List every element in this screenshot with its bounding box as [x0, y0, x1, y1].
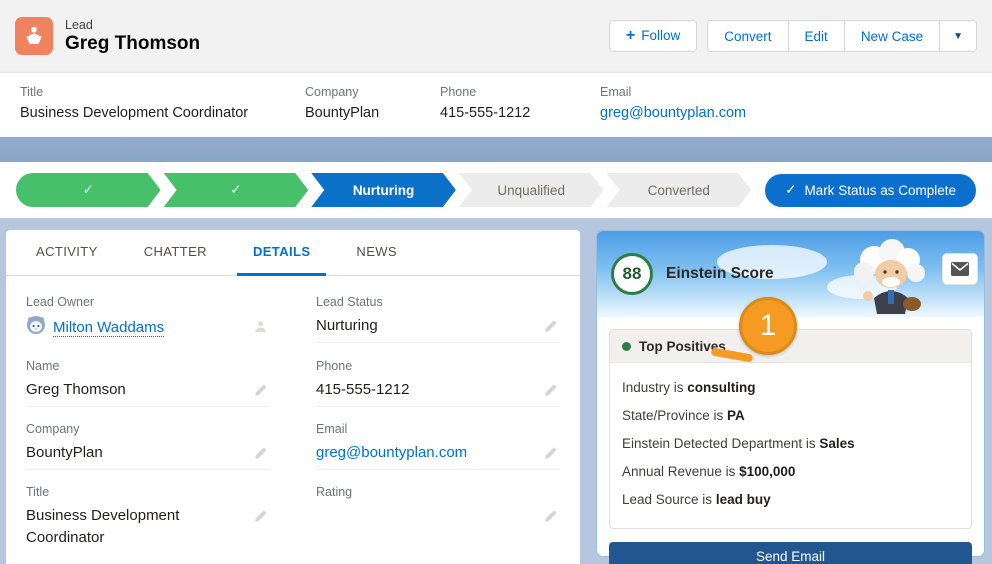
edit-pencil-icon[interactable] [252, 444, 270, 465]
positive-item: Lead Source is lead buy [622, 492, 959, 507]
path-stage-2-complete[interactable]: ✓ [164, 173, 309, 207]
einstein-panel-body: Top Positives Industry is consulting Sta… [597, 317, 984, 564]
sales-path: ✓ ✓ Nurturing Unqualified Converted ✓ Mar… [0, 162, 992, 218]
field-lead-owner: Lead Owner Milton Waddams [26, 280, 270, 344]
path-stage-converted[interactable]: Converted [607, 173, 752, 207]
top-positives-list: Industry is consulting State/Province is… [610, 363, 971, 528]
entity-label: Lead [65, 18, 200, 32]
positive-item: State/Province is PA [622, 408, 959, 423]
follow-button-label: Follow [641, 28, 680, 43]
field-email: Email greg@bountyplan.com [316, 407, 560, 470]
action-button-group: Convert Edit New Case ▼ [707, 20, 977, 52]
einstein-panel-header: 88 Einstein Score [597, 231, 984, 317]
follow-button[interactable]: + Follow [609, 20, 697, 52]
highlight-phone: Phone 415-555-1212 [440, 85, 600, 137]
top-positives-card: Top Positives Industry is consulting Sta… [609, 329, 972, 529]
owner-avatar [26, 315, 46, 340]
highlight-company: Company BountyPlan [305, 85, 440, 137]
edit-pencil-icon[interactable] [542, 381, 560, 402]
detail-fields: Lead Owner Milton Waddams [6, 276, 580, 553]
path-stages: ✓ ✓ Nurturing Unqualified Converted [16, 173, 751, 207]
check-icon: ✓ [230, 182, 241, 198]
edit-pencil-icon[interactable] [542, 507, 560, 528]
check-icon: ✓ [785, 182, 796, 198]
send-email-button[interactable]: Send Email [609, 542, 972, 564]
record-detail-card: ACTIVITY CHATTER DETAILS NEWS Lead Owner [6, 230, 580, 564]
path-stage-unqualified[interactable]: Unqualified [459, 173, 604, 207]
email-link[interactable]: greg@bountyplan.com [600, 105, 746, 121]
positive-item: Industry is consulting [622, 380, 959, 395]
edit-button[interactable]: Edit [789, 21, 845, 51]
positive-item: Annual Revenue is $100,000 [622, 464, 959, 479]
record-name: Greg Thomson [65, 33, 200, 55]
top-positives-title: Top Positives [639, 339, 726, 354]
header-actions: + Follow Convert Edit New Case ▼ [609, 20, 977, 52]
einstein-score-title: Einstein Score [666, 265, 774, 283]
highlights-panel: Title Business Development Coordinator C… [0, 72, 992, 137]
envelope-icon [951, 262, 969, 276]
change-owner-icon[interactable] [251, 317, 270, 339]
tab-news[interactable]: NEWS [340, 230, 413, 276]
mark-status-label: Mark Status as Complete [804, 183, 956, 198]
lead-owner-link[interactable]: Milton Waddams [53, 319, 164, 337]
background-band-top [0, 137, 992, 162]
highlight-email: Email greg@bountyplan.com [600, 85, 766, 137]
einstein-score-badge: 88 [611, 253, 653, 295]
edit-pencil-icon[interactable] [542, 317, 560, 338]
new-case-button[interactable]: New Case [845, 21, 940, 51]
chevron-down-icon: ▼ [953, 31, 963, 42]
path-stage-1-complete[interactable]: ✓ [16, 173, 161, 207]
email-insights-button[interactable] [942, 253, 978, 285]
mark-status-complete-button[interactable]: ✓ Mark Status as Complete [765, 174, 976, 207]
top-positives-header: Top Positives [610, 330, 971, 363]
edit-pencil-icon[interactable] [252, 507, 270, 528]
lead-object-icon [15, 17, 53, 55]
tab-activity[interactable]: ACTIVITY [20, 230, 114, 276]
highlight-title: Title Business Development Coordinator [20, 85, 305, 137]
positive-dot-icon [622, 342, 631, 351]
check-icon: ✓ [83, 182, 94, 198]
tab-details[interactable]: DETAILS [237, 230, 326, 276]
email-link[interactable]: greg@bountyplan.com [316, 442, 467, 464]
field-rating: Rating [316, 470, 560, 553]
positive-item: Einstein Detected Department is Sales [622, 436, 959, 451]
field-name: Name Greg Thomson [26, 344, 270, 407]
convert-button[interactable]: Convert [708, 21, 788, 51]
field-company: Company BountyPlan [26, 407, 270, 470]
einstein-score-panel: 88 Einstein Score [596, 230, 985, 557]
tab-chatter[interactable]: CHATTER [128, 230, 223, 276]
einstein-mascot [844, 238, 932, 317]
plus-icon: + [626, 27, 635, 44]
field-lead-status: Lead Status Nurturing [316, 280, 560, 344]
more-actions-button[interactable]: ▼ [940, 21, 976, 51]
record-title-block: Lead Greg Thomson [65, 18, 200, 55]
field-title: Title Business Development Coordinator [26, 470, 270, 553]
tab-bar: ACTIVITY CHATTER DETAILS NEWS [6, 230, 580, 276]
path-stage-nurturing[interactable]: Nurturing [311, 173, 456, 207]
edit-pencil-icon[interactable] [542, 444, 560, 465]
field-phone: Phone 415-555-1212 [316, 344, 560, 407]
page-header: Lead Greg Thomson + Follow Convert Edit N… [0, 0, 992, 72]
edit-pencil-icon[interactable] [252, 381, 270, 402]
